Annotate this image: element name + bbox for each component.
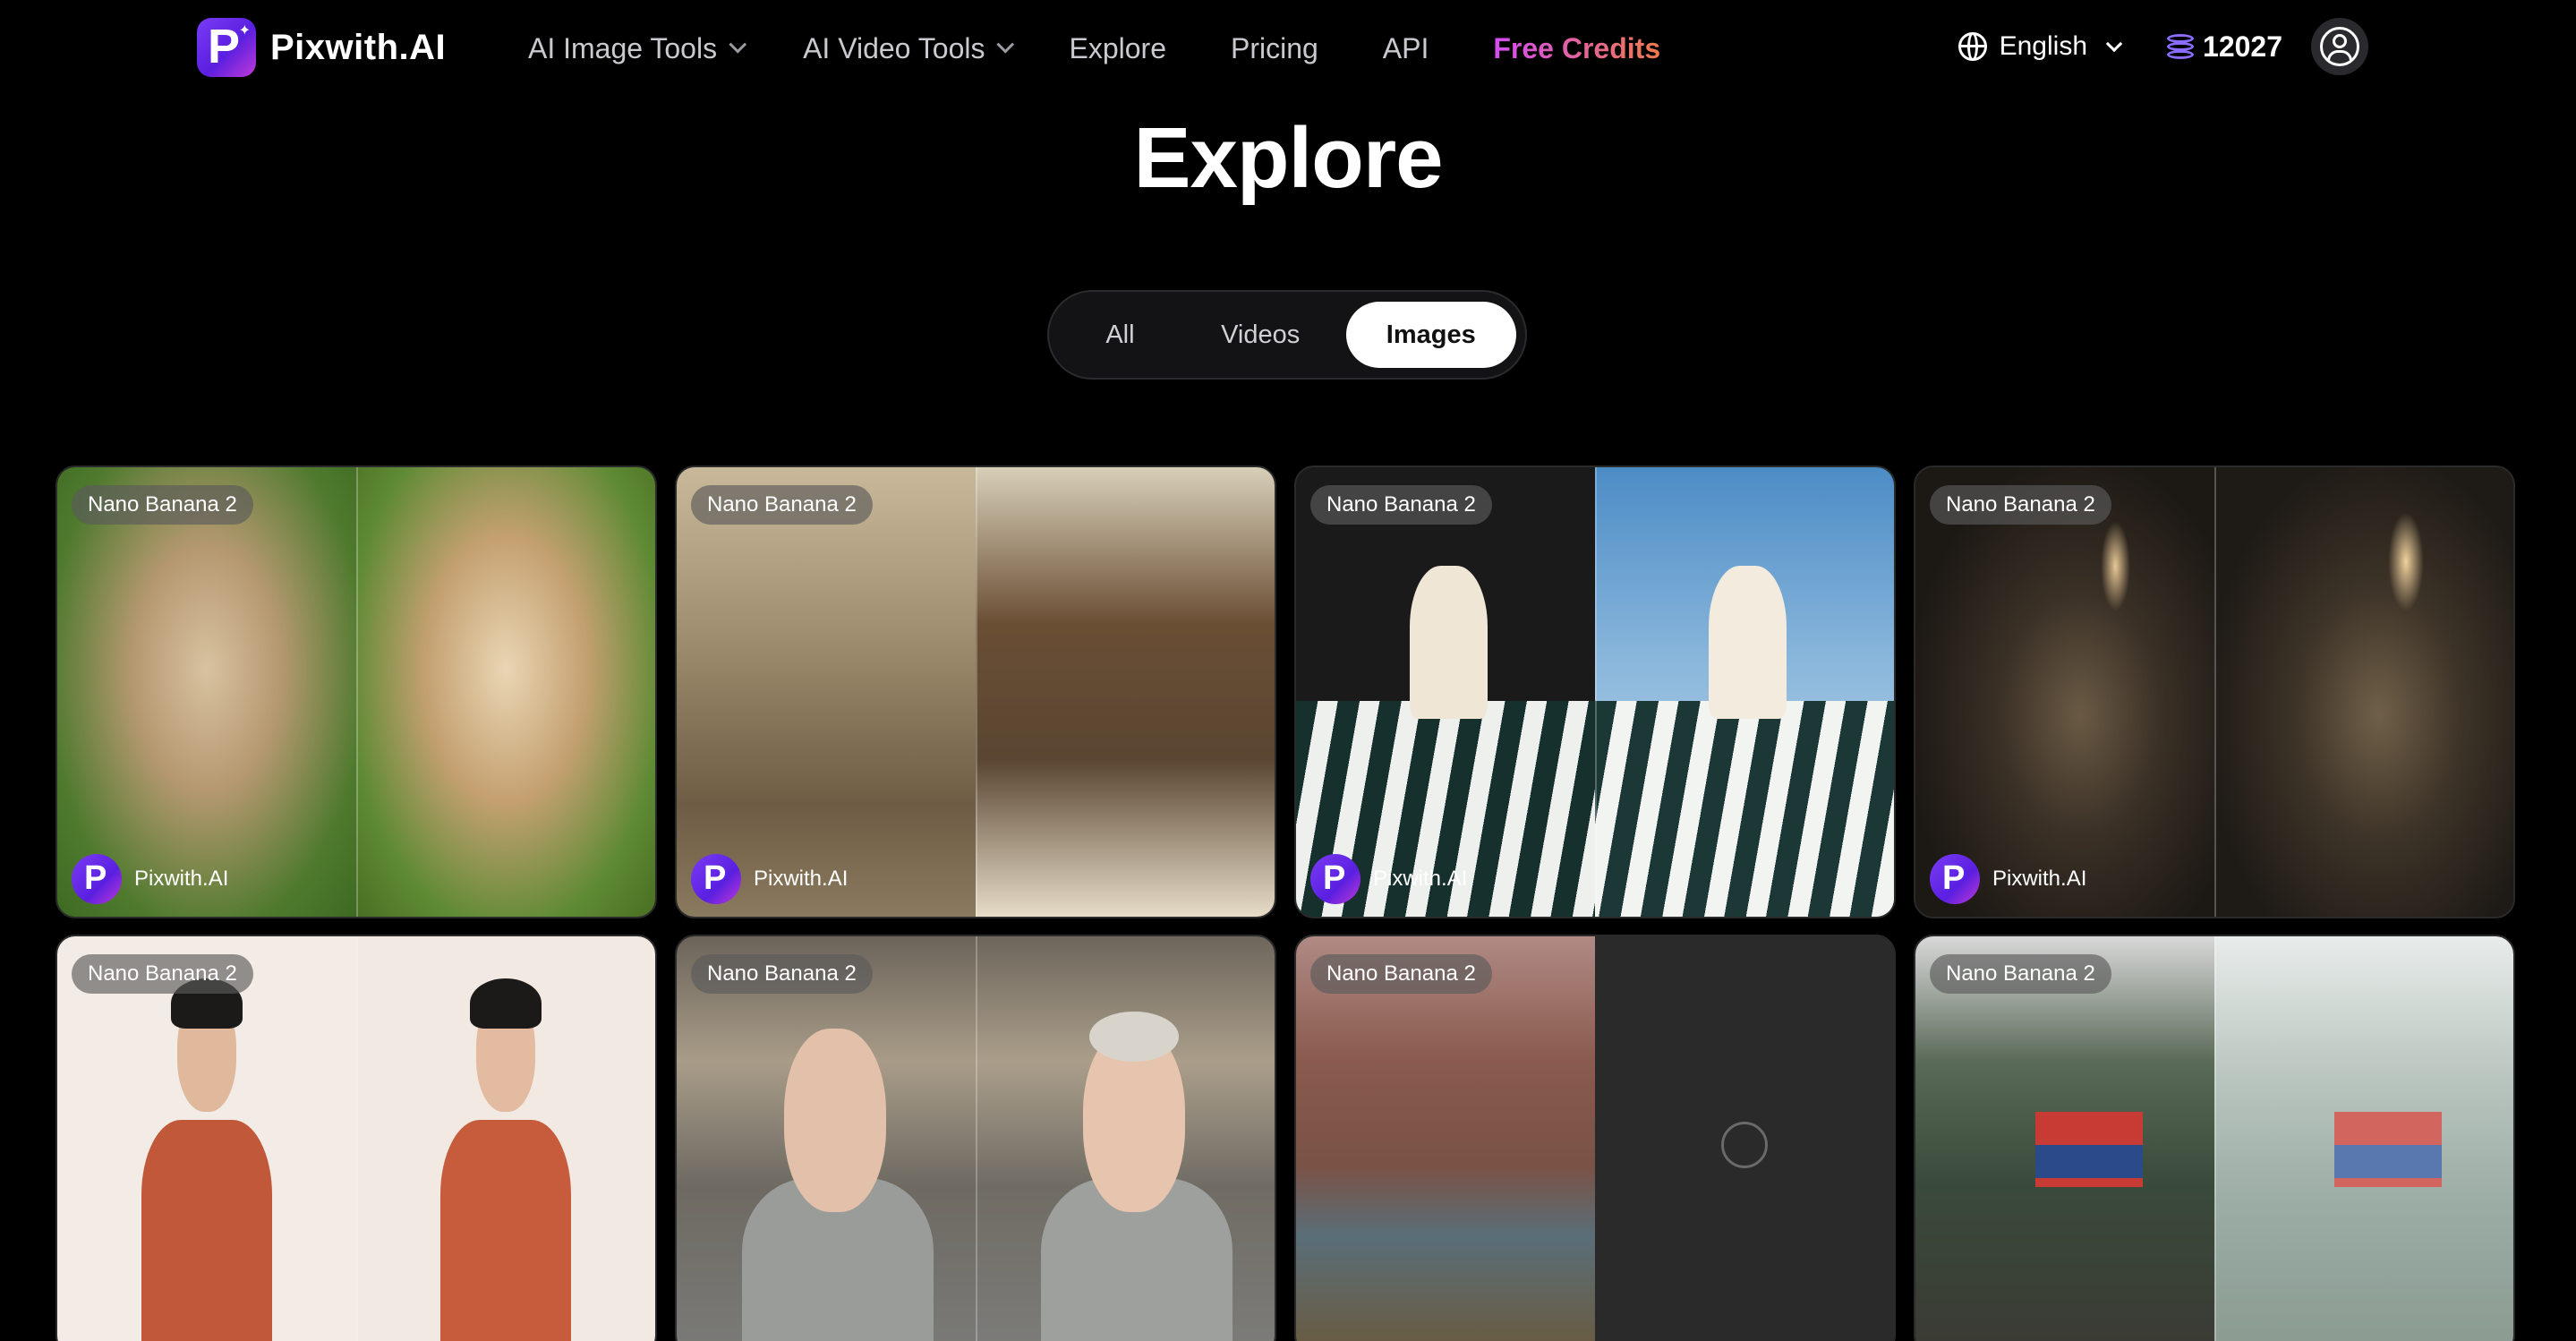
after-image bbox=[356, 936, 655, 1341]
credits-value: 12027 bbox=[2203, 30, 2282, 63]
compare-divider[interactable] bbox=[976, 467, 977, 917]
after-image-loading bbox=[1595, 936, 1894, 1341]
tab-all[interactable]: All bbox=[1058, 302, 1182, 368]
model-badge: Nano Banana 2 bbox=[1930, 485, 2111, 525]
explore-card[interactable]: Nano Banana 2 Pixwith.AI bbox=[675, 466, 1276, 918]
explore-card[interactable]: Nano Banana 2 bbox=[675, 935, 1276, 1341]
compare-divider[interactable] bbox=[356, 467, 358, 917]
model-badge: Nano Banana 2 bbox=[1930, 954, 2111, 994]
nav-ai-video-tools[interactable]: AI Video Tools bbox=[803, 27, 1015, 70]
nav-label: AI Image Tools bbox=[528, 31, 718, 64]
language-selector[interactable]: English bbox=[1958, 31, 2123, 62]
explore-card[interactable]: Nano Banana 2 bbox=[1294, 935, 1896, 1341]
loading-spinner-icon bbox=[1721, 1122, 1768, 1168]
author-chip[interactable]: Pixwith.AI bbox=[691, 854, 848, 904]
main-nav: AI Image Tools AI Video Tools Explore Pr… bbox=[528, 27, 1660, 70]
after-image bbox=[2214, 936, 2513, 1341]
author-chip[interactable]: Pixwith.AI bbox=[72, 854, 228, 904]
tab-images[interactable]: Images bbox=[1345, 302, 1516, 368]
compare-divider[interactable] bbox=[356, 936, 358, 1341]
chevron-down-icon bbox=[729, 35, 747, 54]
header-tools: English 12027 bbox=[1958, 18, 2368, 75]
compare-divider[interactable] bbox=[2214, 936, 2216, 1341]
chevron-down-icon bbox=[2105, 35, 2123, 52]
before-image bbox=[677, 467, 976, 917]
before-image bbox=[1915, 467, 2214, 917]
brand-name: Pixwith.AI bbox=[270, 27, 447, 67]
language-label: English bbox=[1999, 31, 2088, 61]
site-header: P ✦ Pixwith.AI AI Image Tools AI Video To… bbox=[0, 0, 2576, 97]
nav-label: Explore bbox=[1069, 31, 1166, 64]
credits-balance[interactable]: 12027 bbox=[2167, 30, 2282, 64]
before-image bbox=[1915, 936, 2214, 1341]
author-chip[interactable]: Pixwith.AI bbox=[1310, 854, 1467, 904]
compare-divider[interactable] bbox=[2214, 467, 2216, 917]
author-name: Pixwith.AI bbox=[134, 867, 229, 891]
author-name: Pixwith.AI bbox=[1373, 867, 1468, 891]
nav-ai-image-tools[interactable]: AI Image Tools bbox=[528, 27, 747, 70]
nav-free-credits[interactable]: Free Credits bbox=[1493, 27, 1660, 70]
after-image bbox=[976, 467, 1275, 917]
compare-divider[interactable] bbox=[976, 936, 977, 1341]
explore-card[interactable]: Nano Banana 2 bbox=[55, 935, 657, 1341]
globe-icon bbox=[1958, 32, 1987, 61]
author-avatar bbox=[72, 854, 122, 904]
filter-tabs: All Videos Images bbox=[1047, 290, 1527, 380]
model-badge: Nano Banana 2 bbox=[691, 954, 873, 994]
before-image bbox=[1296, 467, 1595, 917]
author-avatar bbox=[1310, 854, 1361, 904]
author-avatar bbox=[691, 854, 741, 904]
nav-api[interactable]: API bbox=[1383, 27, 1429, 70]
nav-pricing[interactable]: Pricing bbox=[1231, 27, 1318, 70]
model-badge: Nano Banana 2 bbox=[691, 485, 873, 525]
model-badge: Nano Banana 2 bbox=[1310, 485, 1492, 525]
after-image bbox=[2214, 467, 2513, 917]
author-name: Pixwith.AI bbox=[754, 867, 849, 891]
model-badge: Nano Banana 2 bbox=[72, 485, 253, 525]
before-image bbox=[57, 936, 356, 1341]
explore-card[interactable]: Nano Banana 2 Pixwith.AI bbox=[55, 466, 657, 918]
nav-explore[interactable]: Explore bbox=[1069, 27, 1166, 70]
credits-coin-icon bbox=[2167, 32, 2195, 61]
chevron-down-icon bbox=[996, 35, 1015, 54]
nav-label: Free Credits bbox=[1493, 31, 1661, 64]
model-badge: Nano Banana 2 bbox=[72, 954, 253, 994]
nav-label: API bbox=[1382, 31, 1429, 64]
nav-label: Pricing bbox=[1230, 31, 1318, 64]
nav-label: AI Video Tools bbox=[803, 31, 985, 64]
after-image bbox=[356, 467, 655, 917]
author-name: Pixwith.AI bbox=[1992, 867, 2087, 891]
explore-card[interactable]: Nano Banana 2 Pixwith.AI bbox=[1294, 466, 1896, 918]
explore-card[interactable]: Nano Banana 2 Pixwith.AI bbox=[1914, 466, 2515, 918]
author-chip[interactable]: Pixwith.AI bbox=[1930, 854, 2086, 904]
pixwith-logo-icon: P ✦ bbox=[197, 18, 256, 77]
tab-videos[interactable]: Videos bbox=[1182, 302, 1339, 368]
page-title: Explore bbox=[1133, 110, 1443, 206]
brand-logo[interactable]: P ✦ Pixwith.AI bbox=[197, 18, 446, 77]
compare-divider[interactable] bbox=[1595, 467, 1597, 917]
before-image bbox=[677, 936, 976, 1341]
explore-card[interactable]: Nano Banana 2 bbox=[1914, 935, 2515, 1341]
before-image bbox=[1296, 936, 1595, 1341]
user-avatar-icon[interactable] bbox=[2311, 18, 2368, 75]
before-image bbox=[57, 467, 356, 917]
author-avatar bbox=[1930, 854, 1980, 904]
after-image bbox=[976, 936, 1275, 1341]
after-image bbox=[1595, 467, 1894, 917]
model-badge: Nano Banana 2 bbox=[1310, 954, 1492, 994]
